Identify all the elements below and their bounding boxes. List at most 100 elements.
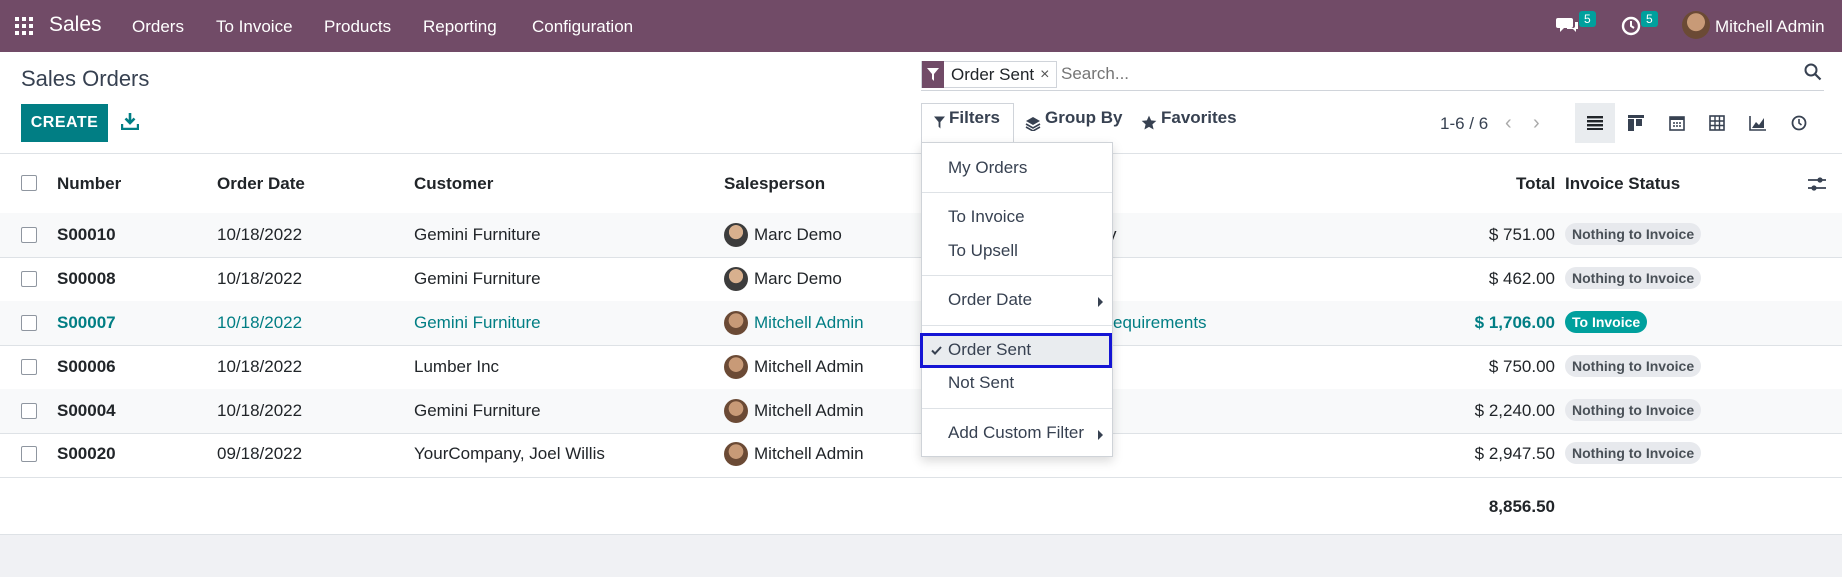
facet-value: Order Sent <box>951 64 1035 84</box>
salesperson: Mitchell Admin <box>754 357 864 376</box>
filter-order-sent[interactable]: Order Sent <box>948 340 1031 360</box>
activities-badge: 5 <box>1641 11 1658 27</box>
customer: Gemini Furniture <box>414 313 541 332</box>
avatar <box>724 442 748 466</box>
menu-configuration[interactable]: Configuration <box>532 17 633 37</box>
filter-order-date[interactable]: Order Date <box>948 290 1032 310</box>
facet-remove-icon[interactable]: × <box>1040 66 1055 84</box>
status-badge: Nothing to Invoice <box>1565 267 1702 289</box>
avatar <box>724 223 748 247</box>
status-badge: Nothing to Invoice <box>1565 223 1702 245</box>
status-badge: Nothing to Invoice <box>1565 355 1702 377</box>
avatar <box>724 355 748 379</box>
download-icon[interactable] <box>121 112 139 130</box>
search-icon[interactable] <box>1804 63 1822 81</box>
column-settings-icon[interactable] <box>1808 176 1826 192</box>
customer: Lumber Inc <box>414 357 500 376</box>
order-date: 10/18/2022 <box>217 313 303 332</box>
activity-view-icon[interactable] <box>1779 103 1819 143</box>
row-checkbox[interactable] <box>21 227 37 243</box>
menu-reporting[interactable]: Reporting <box>423 17 497 37</box>
order-date: 09/18/2022 <box>217 444 303 463</box>
app-name[interactable]: Sales <box>49 13 102 37</box>
header-invoice-status[interactable]: Invoice Status <box>1565 174 1680 194</box>
submenu-caret-icon <box>1098 430 1103 440</box>
filter-not-sent[interactable]: Not Sent <box>948 373 1014 393</box>
header-salesperson[interactable]: Salesperson <box>724 174 825 194</box>
filter-icon <box>922 61 944 88</box>
list-view-icon[interactable] <box>1575 103 1615 143</box>
search-input[interactable] <box>1059 63 1759 85</box>
submenu-caret-icon <box>1098 297 1103 307</box>
divider <box>922 192 1112 193</box>
menu-products[interactable]: Products <box>324 17 391 37</box>
pivot-view-icon[interactable] <box>1697 103 1737 143</box>
row-checkbox[interactable] <box>21 315 37 331</box>
header-total[interactable]: Total <box>1516 174 1555 194</box>
pager-next-icon[interactable]: › <box>1533 112 1540 135</box>
graph-view-icon[interactable] <box>1738 103 1778 143</box>
row-checkbox[interactable] <box>21 359 37 375</box>
menu-orders[interactable]: Orders <box>132 17 184 37</box>
status-badge: To Invoice <box>1565 311 1648 333</box>
group-by-button[interactable]: Group By <box>1045 108 1122 128</box>
order-total: $ 2,947.50 <box>1474 444 1555 463</box>
row-checkbox[interactable] <box>21 446 37 462</box>
row-checkbox[interactable] <box>21 403 37 419</box>
salesperson: Mitchell Admin <box>754 401 864 420</box>
row-checkbox[interactable] <box>21 271 37 287</box>
clock-icon[interactable] <box>1621 16 1641 36</box>
chat-icon[interactable] <box>1556 15 1580 37</box>
order-date: 10/18/2022 <box>217 269 303 288</box>
order-date: 10/18/2022 <box>217 225 303 244</box>
menu-to-invoice[interactable]: To Invoice <box>216 17 293 37</box>
divider <box>922 408 1112 409</box>
customer: Gemini Furniture <box>414 269 541 288</box>
select-all-checkbox[interactable] <box>21 175 37 191</box>
divider <box>0 477 1842 478</box>
salesperson: Mitchell Admin <box>754 444 864 463</box>
customer: YourCompany, Joel Willis <box>414 444 605 463</box>
customer: Gemini Furniture <box>414 401 541 420</box>
avatar <box>724 399 748 423</box>
user-avatar[interactable] <box>1682 11 1710 39</box>
filter-icon <box>934 116 945 129</box>
search-facet: Order Sent × <box>921 61 1057 88</box>
order-number: S00004 <box>57 401 116 420</box>
layers-icon <box>1025 117 1041 131</box>
order-date: 10/18/2022 <box>217 401 303 420</box>
header-customer[interactable]: Customer <box>414 174 493 194</box>
order-total: $ 462.00 <box>1488 269 1555 288</box>
divider <box>0 534 1842 535</box>
customer: Gemini Furniture <box>414 225 541 244</box>
avatar <box>724 311 748 335</box>
checkmark-icon <box>931 346 942 355</box>
salesperson: Marc Demo <box>754 225 842 244</box>
page-title: Sales Orders <box>21 66 150 91</box>
salesperson: Mitchell Admin <box>754 313 864 332</box>
kanban-view-icon[interactable] <box>1616 103 1656 143</box>
calendar-view-icon[interactable] <box>1657 103 1697 143</box>
filter-to-invoice[interactable]: To Invoice <box>948 207 1025 227</box>
app-grid-icon[interactable] <box>15 17 33 35</box>
create-button[interactable]: CREATE <box>21 104 108 142</box>
partial-cell-text: equirements <box>1113 313 1207 332</box>
filter-to-upsell[interactable]: To Upsell <box>948 241 1018 261</box>
header-number[interactable]: Number <box>57 174 121 194</box>
avatar <box>724 267 748 291</box>
pager-value[interactable]: 1-6 / 6 <box>1440 114 1488 134</box>
order-number: S00006 <box>57 357 116 376</box>
status-badge: Nothing to Invoice <box>1565 442 1702 464</box>
user-name[interactable]: Mitchell Admin <box>1715 17 1825 37</box>
filter-my-orders[interactable]: My Orders <box>948 158 1027 178</box>
filters-button[interactable]: Filters <box>949 108 1000 128</box>
order-number: S00010 <box>57 225 116 244</box>
filter-add-custom[interactable]: Add Custom Filter <box>948 423 1084 443</box>
favorites-button[interactable]: Favorites <box>1161 108 1237 128</box>
pager-prev-icon[interactable]: ‹ <box>1505 112 1512 135</box>
divider <box>922 325 1112 326</box>
header-order-date[interactable]: Order Date <box>217 174 305 194</box>
order-date: 10/18/2022 <box>217 357 303 376</box>
filters-dropdown: My Orders To Invoice To Upsell Order Dat… <box>920 142 1113 457</box>
top-navbar: Sales Orders To Invoice Products Reporti… <box>0 0 1842 52</box>
